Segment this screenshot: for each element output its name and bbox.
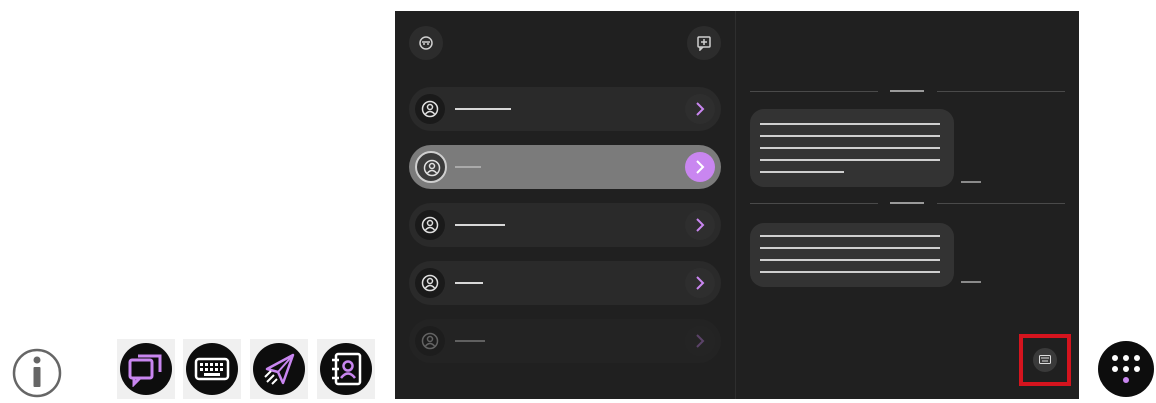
date-divider-label (890, 90, 924, 92)
divider (750, 91, 878, 92)
chevron-right-icon (696, 102, 705, 116)
chevron-right-icon (696, 160, 705, 174)
keyboard-toggle-button[interactable] (1033, 348, 1057, 372)
chevron-right-icon (696, 276, 705, 290)
keyboard-icon (1039, 355, 1051, 364)
chat-bubbles-icon (128, 354, 162, 387)
message-timestamp (961, 281, 981, 283)
contacts-app-button[interactable] (317, 339, 375, 399)
conversation-row[interactable] (409, 319, 721, 363)
chevron-right-icon (696, 218, 705, 232)
dialpad-icon[interactable] (1097, 340, 1155, 398)
paper-plane-icon (264, 353, 295, 385)
avatar (415, 210, 445, 240)
date-divider-label (890, 202, 924, 204)
avatar (415, 268, 445, 298)
conversation-row-selected[interactable] (409, 145, 721, 189)
messages-app-button[interactable] (117, 339, 175, 399)
contact-name-placeholder (455, 224, 505, 226)
messaging-panel (395, 11, 1079, 399)
mask-icon[interactable] (409, 26, 443, 60)
avatar (415, 94, 445, 124)
keyboard-app-button[interactable] (183, 339, 241, 399)
info-icon[interactable] (8, 345, 66, 399)
keyboard-icon (194, 357, 230, 381)
chevron-right-icon (696, 334, 705, 348)
divider (937, 91, 1065, 92)
highlighted-keyboard-button[interactable] (1019, 334, 1071, 386)
divider (937, 203, 1065, 204)
contact-name-placeholder (455, 340, 485, 342)
conversation-row[interactable] (409, 87, 721, 131)
open-conversation-button[interactable] (685, 268, 715, 298)
contact-book-icon (332, 352, 362, 386)
send-app-button[interactable] (250, 339, 308, 399)
open-conversation-button[interactable] (685, 94, 715, 124)
avatar (415, 326, 445, 356)
contact-name-placeholder (455, 108, 511, 110)
new-message-icon[interactable] (687, 26, 721, 60)
message-bubble (750, 109, 954, 187)
open-conversation-button[interactable] (685, 152, 715, 182)
message-bubble (750, 223, 954, 287)
divider (750, 203, 878, 204)
conversation-list (395, 11, 736, 399)
open-conversation-button[interactable] (685, 210, 715, 240)
conversation-row[interactable] (409, 203, 721, 247)
message-timestamp (961, 181, 981, 183)
contact-name-placeholder (455, 282, 483, 284)
contact-name-placeholder (455, 166, 481, 168)
avatar (415, 151, 447, 183)
open-conversation-button[interactable] (685, 326, 715, 356)
conversation-row[interactable] (409, 261, 721, 305)
